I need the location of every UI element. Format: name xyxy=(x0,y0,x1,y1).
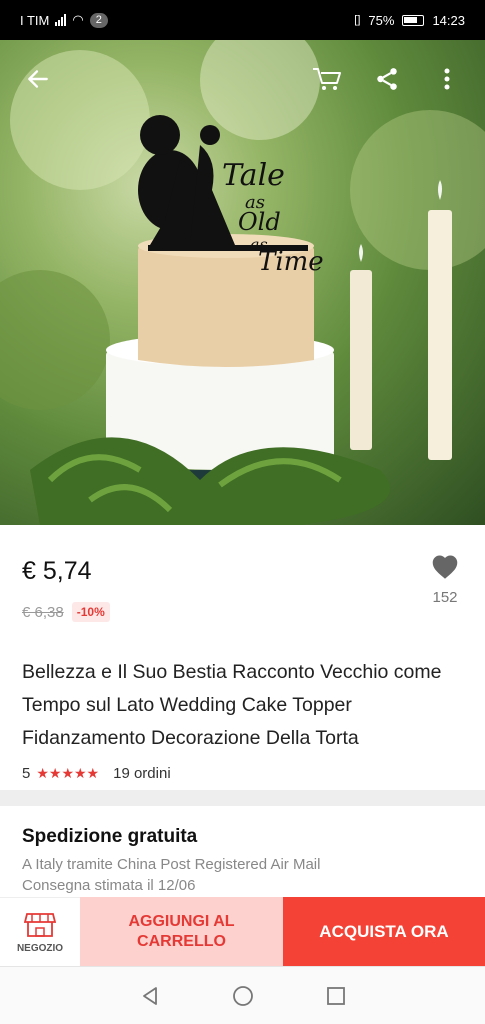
battery-percent: 75% xyxy=(368,12,395,28)
shipping-title: Spedizione gratuita xyxy=(22,826,198,847)
heart-icon xyxy=(432,555,458,579)
notification-badge: 2 xyxy=(89,12,108,28)
vibrate-icon: [] xyxy=(354,14,361,26)
old-price-row: € 6,38 -10% xyxy=(22,602,463,622)
add-to-cart-button[interactable]: AGGIUNGI AL CARRELLO xyxy=(80,897,283,966)
product-title: Bellezza e Il Suo Bestia Racconto Vecchi… xyxy=(22,661,442,749)
clock: 14:23 xyxy=(432,12,465,28)
rating-row[interactable]: 5 ★★★★★ 19 ordini xyxy=(22,765,463,782)
arrow-left-icon xyxy=(28,70,48,88)
store-icon xyxy=(24,912,56,937)
topper-word-5: Time xyxy=(258,247,324,277)
share-button[interactable] xyxy=(365,57,409,101)
wishlist-count: 152 xyxy=(432,589,458,606)
rating-value: 5 xyxy=(22,765,31,782)
buy-now-button[interactable]: ACQUISTA ORA xyxy=(283,897,485,966)
old-price: € 6,38 xyxy=(22,603,64,621)
star-rating-icon: ★★★★★ xyxy=(36,765,100,781)
top-toolbar xyxy=(0,40,485,118)
cart-button[interactable] xyxy=(305,57,349,101)
topper-word-3: Old xyxy=(238,208,281,236)
back-button[interactable] xyxy=(16,57,60,101)
cart-icon xyxy=(313,68,341,90)
more-button[interactable] xyxy=(425,57,469,101)
more-vertical-icon xyxy=(444,68,450,90)
share-icon xyxy=(377,68,397,90)
wifi-icon: ◠ xyxy=(72,12,84,27)
nav-home-icon[interactable] xyxy=(231,984,255,1008)
battery-icon xyxy=(402,14,425,26)
navigation-bar xyxy=(0,966,485,1024)
price: € 5,74 xyxy=(22,557,92,585)
shipping-method: A Italy tramite China Post Registered Ai… xyxy=(22,856,321,873)
nav-recents-icon[interactable] xyxy=(325,985,347,1007)
nav-back-icon[interactable] xyxy=(139,985,161,1007)
orders-count: 19 ordini xyxy=(113,765,171,782)
carrier-label: I TIM xyxy=(20,12,50,28)
product-info: € 5,74 € 6,38 -10% 152 Bellezza e Il Suo… xyxy=(0,525,485,790)
store-label: NEGOZIO xyxy=(16,942,64,954)
wishlist-button[interactable]: 152 xyxy=(425,553,465,606)
delivery-estimate: Consegna stimata il 12/06 xyxy=(22,877,196,894)
discount-badge: -10% xyxy=(71,602,110,622)
signal-icon xyxy=(55,14,67,26)
topper-word-1: Tale xyxy=(222,158,285,193)
status-bar: I TIM ◠ 2 [] 75% 14:23 xyxy=(0,0,485,40)
shipping-section[interactable]: Spedizione gratuita A Italy tramite Chin… xyxy=(0,806,485,901)
section-divider xyxy=(0,790,485,806)
action-bar: NEGOZIO AGGIUNGI AL CARRELLO ACQUISTA OR… xyxy=(0,897,485,966)
store-button[interactable]: NEGOZIO xyxy=(0,897,80,966)
